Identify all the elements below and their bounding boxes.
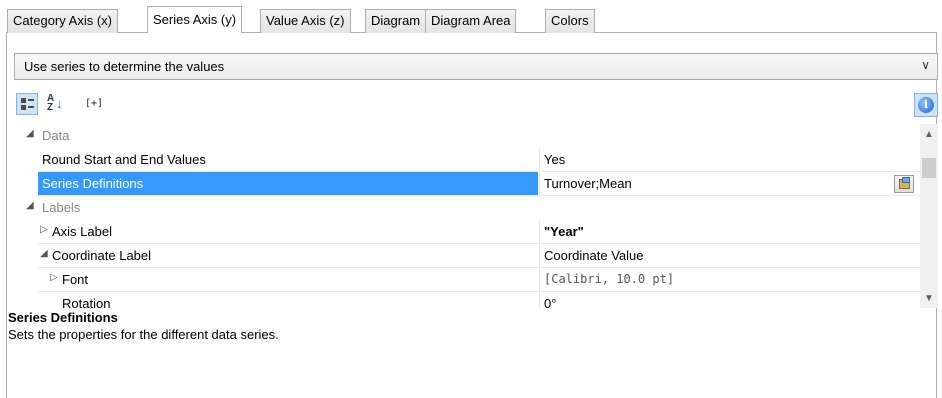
dropdown-selected-value: Use series to determine the values [24,59,225,74]
expand-triangle-icon[interactable]: ▷ [50,272,58,283]
collapse-triangle-icon[interactable]: ◢ [40,248,48,259]
sort-alphabetical-button[interactable]: AZ ↓ [44,93,66,115]
description-title: Series Definitions [8,310,118,325]
property-name-cell: ◢ Coordinate Label [38,244,538,268]
property-value[interactable]: [Calibri, 10.0 pt] [539,268,920,292]
property-value[interactable]: Yes [539,148,920,172]
property-value[interactable]: 0° [539,292,920,308]
info-icon: i [918,97,934,113]
description-toggle-button[interactable]: i [914,93,938,117]
expand-triangle-icon[interactable]: ▷ [40,224,48,235]
edit-series-button[interactable] [894,175,914,193]
chevron-down-icon: ∨ [921,58,930,72]
property-value[interactable]: "Year" [539,220,920,244]
tab-value-axis[interactable]: Value Axis (z) [260,9,351,33]
property-name: Font [62,272,89,287]
property-name-cell: ▷ Axis Label [38,220,538,244]
categorized-view-button[interactable] [16,93,38,115]
property-series-definitions[interactable]: Series Definitions Turnover;Mean [14,172,920,196]
property-name: Rotation [62,296,111,308]
series-mode-dropdown[interactable]: Use series to determine the values ∨ [14,53,938,80]
tab-colors[interactable]: Colors [545,9,595,33]
expand-all-button[interactable]: [+] [80,93,108,115]
property-value-text: Turnover;Mean [544,176,632,191]
description-text: Sets the properties for the different da… [8,327,279,342]
collapse-triangle-icon[interactable]: ◢ [26,128,34,139]
property-round-values[interactable]: Round Start and End Values Yes [14,148,920,172]
tab-series-axis[interactable]: Series Axis (y) [147,6,243,33]
category-data-label: Data [42,128,70,143]
scroll-down-icon[interactable]: ▼ [920,290,938,308]
category-labels[interactable]: ◢ Labels [14,196,920,220]
tab-diagram-area[interactable]: Diagram Area [425,9,517,33]
tab-bar: Category Axis (x) Series Axis (y) Value … [0,0,942,33]
property-value[interactable]: Coordinate Value [539,244,920,268]
property-name-cell: Rotation [38,292,538,308]
tab-diagram[interactable]: Diagram [365,9,427,33]
property-grid-toolbar: AZ ↓ [+] i [14,93,938,123]
property-rotation[interactable]: Rotation 0° [14,292,920,308]
property-name: Coordinate Label [52,248,152,263]
property-name-cell: ▷ Font [38,268,538,292]
collapse-triangle-icon[interactable]: ◢ [26,200,34,211]
property-name: Axis Label [52,224,112,239]
property-name: Round Start and End Values [42,152,206,167]
sort-az-icon: AZ [47,93,55,113]
property-coordinate-label[interactable]: ◢ Coordinate Label Coordinate Value [14,244,920,268]
property-grid: ◢ Data Round Start and End Values Yes Se… [14,124,920,308]
property-grid-scrollbar[interactable]: ▲ ▼ [920,124,938,308]
scroll-thumb[interactable] [922,158,936,178]
property-name-cell: Round Start and End Values [38,148,538,172]
scroll-up-icon[interactable]: ▲ [920,126,938,144]
tab-category-axis[interactable]: Category Axis (x) [7,9,118,33]
property-name-cell: Series Definitions [38,172,538,196]
property-name: Series Definitions [42,176,144,191]
category-data[interactable]: ◢ Data [14,124,920,148]
sort-arrow-icon: ↓ [56,96,63,111]
categorized-icon [21,98,34,111]
property-value[interactable]: Turnover;Mean [539,172,920,196]
property-font[interactable]: ▷ Font [Calibri, 10.0 pt] [14,268,920,292]
category-labels-label: Labels [42,200,81,215]
property-axis-label[interactable]: ▷ Axis Label "Year" [14,220,920,244]
